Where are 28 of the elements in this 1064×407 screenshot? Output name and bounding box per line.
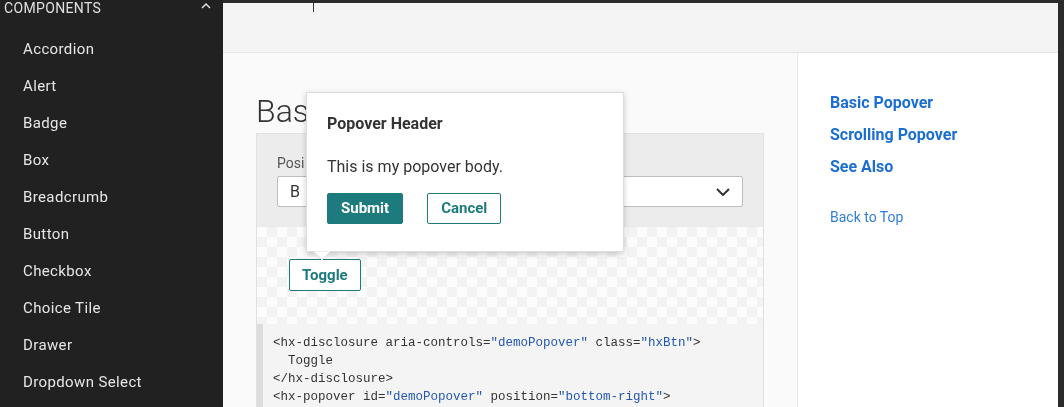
page-heading: Bas <box>256 91 309 132</box>
popover-body: This is my popover body. <box>327 156 504 178</box>
code-line: Toggle <box>287 353 333 370</box>
toc-link[interactable]: Scrolling Popover <box>830 119 958 151</box>
sidebar-item[interactable]: Checkbox <box>0 253 223 290</box>
caret-icon <box>201 3 211 9</box>
submit-button[interactable]: Submit <box>327 193 404 224</box>
text-cursor <box>313 3 314 12</box>
sidebar-item[interactable]: Badge <box>0 105 223 142</box>
sidebar-item[interactable]: Accordion <box>0 31 223 68</box>
sidebar-item[interactable]: Drawer <box>0 327 223 364</box>
code-line: <hx-popover id="demoPopover" position="bottom-right"> <box>273 389 671 406</box>
sidebar-item[interactable]: Alert <box>0 68 223 105</box>
toc-link[interactable]: Basic Popover <box>830 87 934 119</box>
back-to-top-link[interactable]: Back to Top <box>830 207 904 228</box>
popover-header: Popover Header <box>327 113 444 135</box>
field-label: Posi <box>277 154 305 172</box>
section-header[interactable]: COMPONENTS <box>0 0 223 16</box>
chevron-down-icon <box>716 187 730 196</box>
cancel-button[interactable]: Cancel <box>427 193 502 224</box>
toc-link[interactable]: See Also <box>830 151 894 183</box>
sidebar-item[interactable]: Dropdown Select <box>0 364 223 401</box>
sidebar-item[interactable]: Choice Tile <box>0 290 223 327</box>
sidebar-item[interactable]: Box <box>0 142 223 179</box>
code-line: </hx-disclosure> <box>273 371 394 388</box>
sidebar-item[interactable]: Button <box>0 216 223 253</box>
sidebar-item[interactable]: Breadcrumb <box>0 179 223 216</box>
code-line: <hx-disclosure aria-controls="demoPopover" class="hxBtn"> <box>273 335 701 352</box>
